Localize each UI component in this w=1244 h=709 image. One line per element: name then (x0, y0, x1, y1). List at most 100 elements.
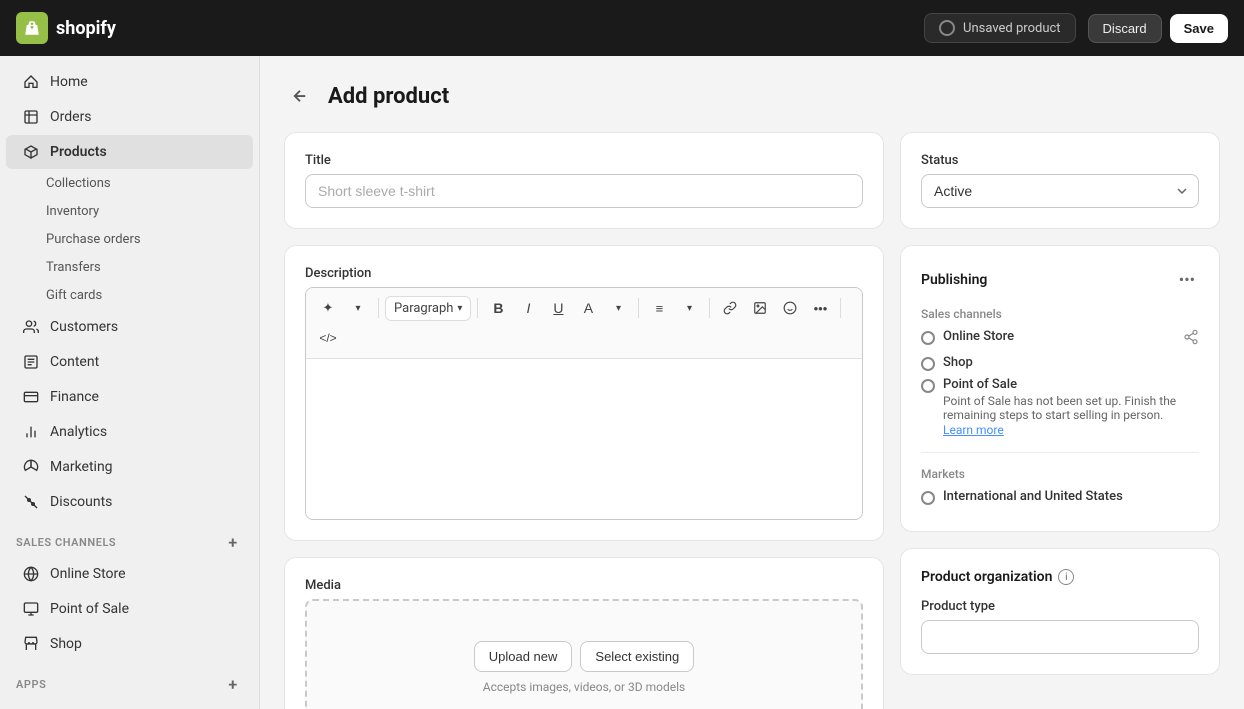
title-card: Title (284, 132, 884, 229)
channel-name-pos: Point of Sale (943, 377, 1199, 392)
toolbar-color-dropdown-btn[interactable]: ▾ (604, 294, 632, 322)
paragraph-chevron-icon: ▾ (457, 303, 462, 314)
channel-name-online-store: Online Store (943, 329, 1014, 344)
channel-name-shop: Shop (943, 355, 973, 370)
sidebar-item-products[interactable]: Products (6, 135, 253, 169)
unsaved-notice: Unsaved product (924, 13, 1076, 43)
channel-item-online-store: Online Store (921, 329, 1199, 349)
toolbar-bold-btn[interactable]: B (484, 294, 512, 322)
discounts-icon (22, 493, 40, 511)
editor-toolbar: ✦ ▾ Paragraph ▾ B I U A (306, 288, 862, 359)
toolbar-link-btn[interactable] (716, 294, 744, 322)
toolbar-divider-2 (477, 298, 478, 318)
marketing-icon (22, 458, 40, 476)
market-item-intl: International and United States (921, 489, 1199, 505)
toolbar-italic-btn[interactable]: I (514, 294, 542, 322)
product-type-label: Product type (921, 599, 1199, 614)
sidebar-item-point-of-sale[interactable]: Point of Sale (6, 592, 253, 626)
title-label: Title (305, 153, 863, 168)
sidebar-sub-item-inventory[interactable]: Inventory (6, 198, 253, 225)
toolbar-paragraph-dropdown[interactable]: Paragraph ▾ (385, 296, 471, 321)
shop-icon (22, 635, 40, 653)
toolbar-color-btn[interactable]: A (574, 294, 602, 322)
content-grid: Title Description ✦ ▾ Paragraph (284, 132, 1220, 709)
product-type-input[interactable] (921, 620, 1199, 654)
sidebar-item-home-label: Home (50, 74, 88, 90)
topbar: shopify Unsaved product Discard Save (0, 0, 1244, 56)
apps-section: Apps + (0, 662, 259, 698)
sidebar-item-discounts[interactable]: Discounts (6, 485, 253, 519)
product-org-title: Product organization (921, 569, 1052, 585)
channel-radio-pos (921, 379, 935, 393)
media-label: Media (305, 578, 863, 593)
pos-label: Point of Sale (50, 601, 129, 617)
save-button[interactable]: Save (1170, 14, 1228, 43)
description-label: Description (305, 266, 863, 281)
market-name-intl: International and United States (943, 489, 1123, 504)
sidebar-item-finance[interactable]: Finance (6, 380, 253, 414)
toolbar-image-btn[interactable] (746, 294, 774, 322)
discard-button[interactable]: Discard (1088, 14, 1162, 43)
market-radio-intl (921, 491, 935, 505)
sales-channels-add-btn[interactable]: + (223, 532, 243, 552)
sidebar-item-orders[interactable]: Orders (6, 100, 253, 134)
product-organization-card: Product organization i Product type (900, 548, 1220, 675)
sidebar-sub-item-purchase-orders[interactable]: Purchase orders (6, 226, 253, 253)
sidebar-item-analytics[interactable]: Analytics (6, 415, 253, 449)
toolbar-align-btn[interactable]: ≡ (645, 294, 673, 322)
toolbar-ai-dropdown-btn[interactable]: ▾ (344, 294, 372, 322)
sidebar-item-marketing[interactable]: Marketing (6, 450, 253, 484)
learn-more-link[interactable]: Learn more (943, 423, 1004, 437)
title-input[interactable] (305, 174, 863, 208)
media-hint: Accepts images, videos, or 3D models (327, 680, 841, 694)
back-button[interactable] (284, 80, 316, 112)
editor-body[interactable] (306, 359, 862, 519)
toolbar-emoji-btn[interactable] (776, 294, 804, 322)
sidebar-item-marketing-label: Marketing (50, 459, 113, 475)
apps-add-btn[interactable]: + (223, 674, 243, 694)
toolbar-ai-btn[interactable]: ✦ (314, 294, 342, 322)
sidebar-sub-item-gift-cards[interactable]: Gift cards (6, 282, 253, 309)
sidebar-item-discounts-label: Discounts (50, 494, 112, 510)
toolbar-align-dropdown-btn[interactable]: ▾ (675, 294, 703, 322)
toolbar-underline-btn[interactable]: U (544, 294, 572, 322)
markets-section: Markets International and United States (921, 452, 1199, 505)
product-org-header: Product organization i (921, 569, 1199, 585)
description-card: Description ✦ ▾ Paragraph ▾ (284, 245, 884, 541)
sidebar-item-content[interactable]: Content (6, 345, 253, 379)
sidebar-item-online-store[interactable]: Online Store (6, 557, 253, 591)
publishing-header: Publishing ••• (921, 266, 1199, 293)
upload-new-button[interactable]: Upload new (474, 641, 573, 672)
unsaved-label: Unsaved product (963, 21, 1061, 36)
sales-channels-section: Sales channels + (0, 520, 259, 556)
toolbar-divider-1 (378, 298, 379, 318)
online-store-share-icon[interactable] (1183, 329, 1199, 349)
status-card: Status Active Draft Archived (900, 132, 1220, 229)
sidebar-sub-item-transfers[interactable]: Transfers (6, 254, 253, 281)
right-column: Status Active Draft Archived Publishing … (900, 132, 1220, 709)
unsaved-dot-icon (939, 20, 955, 36)
sidebar-item-customers-label: Customers (50, 319, 118, 335)
home-icon (22, 73, 40, 91)
select-existing-button[interactable]: Select existing (580, 641, 694, 672)
shop-label: Shop (50, 636, 82, 652)
sidebar-item-shop[interactable]: Shop (6, 627, 253, 661)
sidebar-item-content-label: Content (50, 354, 99, 370)
sidebar-item-home[interactable]: Home (6, 65, 253, 99)
orders-icon (22, 108, 40, 126)
toolbar-more-btn[interactable]: ••• (806, 294, 834, 322)
online-store-icon (22, 565, 40, 583)
publishing-more-button[interactable]: ••• (1175, 266, 1199, 293)
channel-item-point-of-sale: Point of Sale Point of Sale has not been… (921, 377, 1199, 438)
gift-cards-label: Gift cards (46, 288, 102, 303)
product-org-info-icon[interactable]: i (1058, 569, 1074, 585)
sidebar-item-analytics-label: Analytics (50, 424, 107, 440)
transfers-label: Transfers (46, 260, 101, 275)
sidebar-sub-item-collections[interactable]: Collections (6, 170, 253, 197)
media-card: Media Upload new Select existing Accepts… (284, 557, 884, 709)
toolbar-code-btn[interactable]: </> (314, 324, 342, 352)
page-title: Add product (328, 84, 449, 109)
status-select[interactable]: Active Draft Archived (921, 174, 1199, 208)
sidebar-item-customers[interactable]: Customers (6, 310, 253, 344)
channel-item-shop: Shop (921, 355, 1199, 371)
